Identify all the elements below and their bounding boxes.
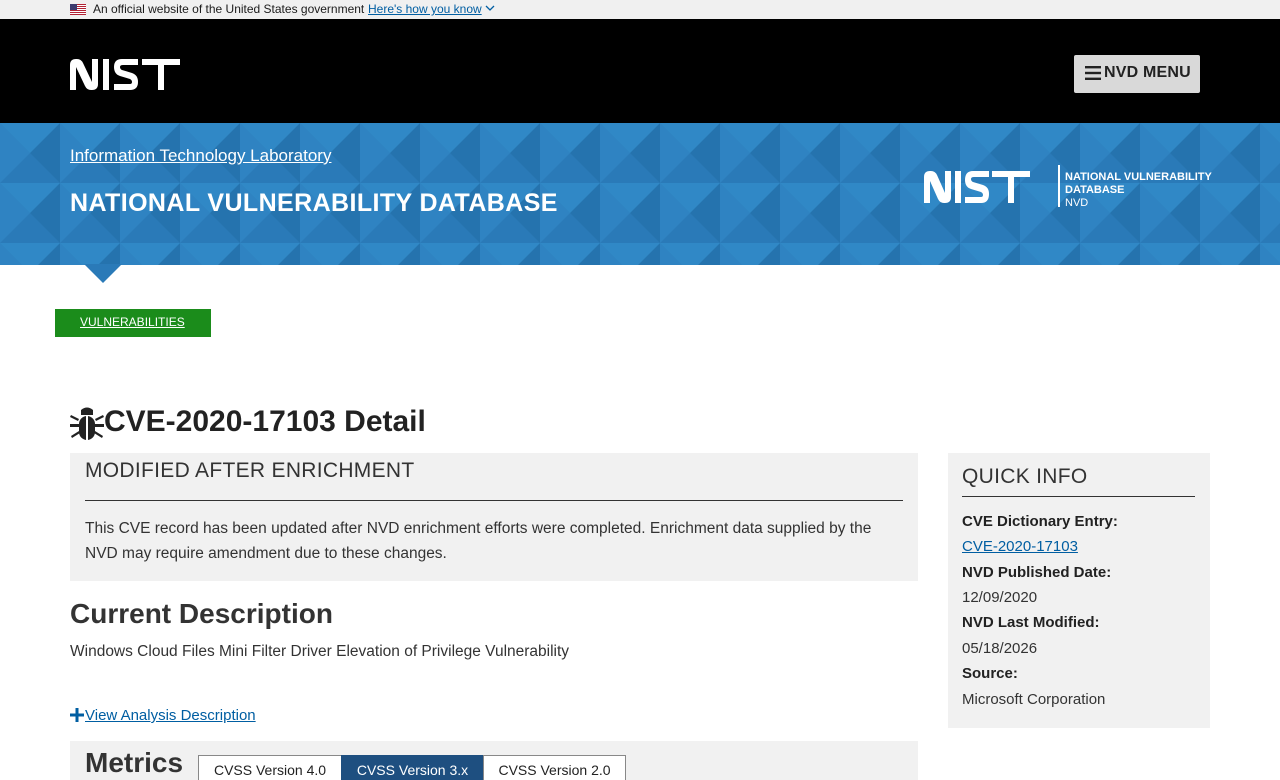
current-description-heading: Current Description [70, 598, 333, 629]
band-pointer [84, 264, 122, 283]
nvd-banner: Information Technology Laboratory NATION… [0, 123, 1280, 265]
nist-nvd-logo[interactable]: NATIONAL VULNERABILITY DATABASE NVD [922, 163, 1222, 209]
current-description-text: Windows Cloud Files Mini Filter Driver E… [70, 643, 570, 660]
source-value: Microsoft Corporation [962, 691, 1106, 708]
svg-text:NVD: NVD [1065, 197, 1088, 209]
modified-heading: MODIFIED AFTER ENRICHMENT [85, 459, 415, 482]
svg-text:DATABASE: DATABASE [1065, 184, 1124, 196]
tab-cvss-4-0[interactable]: CVSS Version 4.0 [198, 755, 342, 780]
modified-notice: MODIFIED AFTER ENRICHMENT This CVE recor… [70, 453, 918, 581]
nvd-last-modified-label: NVD Last Modified: [962, 614, 1100, 631]
nvd-last-modified-value: 05/18/2026 [962, 640, 1038, 657]
svg-text:NATIONAL VULNERABILITY: NATIONAL VULNERABILITY [1065, 171, 1213, 183]
breadcrumb: VULNERABILITIES [55, 309, 211, 337]
tab-cvss-2-0[interactable]: CVSS Version 2.0 [483, 755, 626, 780]
nvd-menu-button[interactable]: NVD MENU [1074, 55, 1200, 93]
bug-icon [70, 407, 104, 440]
itl-link[interactable]: Information Technology Laboratory [70, 146, 331, 166]
site-header: NVD MENU [0, 19, 1280, 123]
nvd-published-date-label: NVD Published Date: [962, 564, 1112, 581]
view-analysis-description-label: View Analysis Description [85, 707, 256, 724]
gov-banner-text: An official website of the United States… [93, 2, 365, 16]
gov-banner: An official website of the United States… [0, 0, 1280, 19]
cve-dictionary-entry-link[interactable]: CVE-2020-17103 [962, 538, 1078, 555]
metrics-heading: Metrics [85, 747, 184, 778]
nist-logo[interactable] [70, 59, 180, 90]
heres-how-you-know-link[interactable]: Here's how you know [368, 1, 482, 17]
quick-info-heading: QUICK INFO [962, 465, 1088, 488]
nvd-site-title[interactable]: NATIONAL VULNERABILITY DATABASE [70, 189, 558, 218]
page-title: CVE-2020-17103 Detail [104, 405, 426, 438]
hamburger-icon [1085, 66, 1101, 80]
plus-icon [70, 708, 84, 722]
tab-cvss-3-x[interactable]: CVSS Version 3.x [341, 755, 484, 780]
quick-info-panel: QUICK INFO CVE Dictionary Entry: CVE-202… [948, 453, 1210, 728]
us-flag-icon [70, 4, 86, 15]
breadcrumb-vulnerabilities[interactable]: VULNERABILITIES [80, 315, 185, 329]
nvd-published-date-value: 12/09/2020 [962, 589, 1038, 606]
divider [962, 496, 1195, 497]
divider [85, 500, 903, 501]
modified-text: This CVE record has been updated after N… [85, 520, 872, 562]
metrics-section: Metrics CVSS Version 4.0 CVSS Version 3.… [70, 741, 918, 780]
nvd-menu-label: NVD MENU [1104, 64, 1191, 81]
chevron-down-icon[interactable] [485, 3, 495, 13]
cve-dictionary-entry-label: CVE Dictionary Entry: [962, 513, 1118, 530]
source-label: Source: [962, 665, 1018, 682]
